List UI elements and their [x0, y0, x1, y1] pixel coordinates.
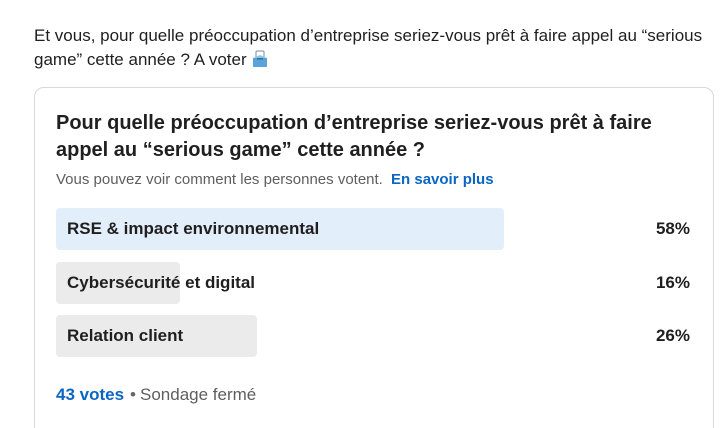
poll-option-percent: 26% [655, 326, 690, 345]
poll-footer: 43 votes • Sondage fermé [56, 384, 256, 406]
poll-option-rse[interactable]: RSE & impact environnemental 58% [56, 208, 690, 250]
ballot-box-icon [251, 50, 269, 68]
poll-option-label: Cybersécurité et digital [67, 273, 256, 292]
poll-question: Pour quelle préoccupation d’entreprise s… [56, 112, 652, 161]
poll-option-percent: 16% [655, 273, 690, 292]
poll-option-label: Relation client [67, 326, 184, 345]
poll-option-percent: 58% [655, 219, 690, 238]
footer-separator: • [130, 385, 136, 404]
poll-notice-text: Vous pouvez voir comment les personnes v… [56, 171, 383, 188]
votes-count-link[interactable]: 43 votes [56, 385, 124, 404]
poll-status: Sondage fermé [140, 385, 257, 404]
poll-option-label: RSE & impact environnemental [67, 219, 320, 238]
poll-option-relation-client[interactable]: Relation client 26% [56, 315, 690, 357]
poll-option-cybersecurite[interactable]: Cybersécurité et digital 16% [56, 262, 690, 304]
learn-more-link[interactable]: En savoir plus [391, 171, 494, 188]
poll-visibility-notice: Vous pouvez voir comment les personnes v… [56, 170, 494, 190]
poll-card: Pour quelle préoccupation d’entreprise s… [34, 87, 714, 428]
post-container: Et vous, pour quelle préoccupation d’ent… [0, 0, 724, 428]
post-text-block: Et vous, pour quelle préoccupation d’ent… [34, 24, 714, 72]
post-text: Et vous, pour quelle préoccupation d’ent… [34, 26, 703, 69]
